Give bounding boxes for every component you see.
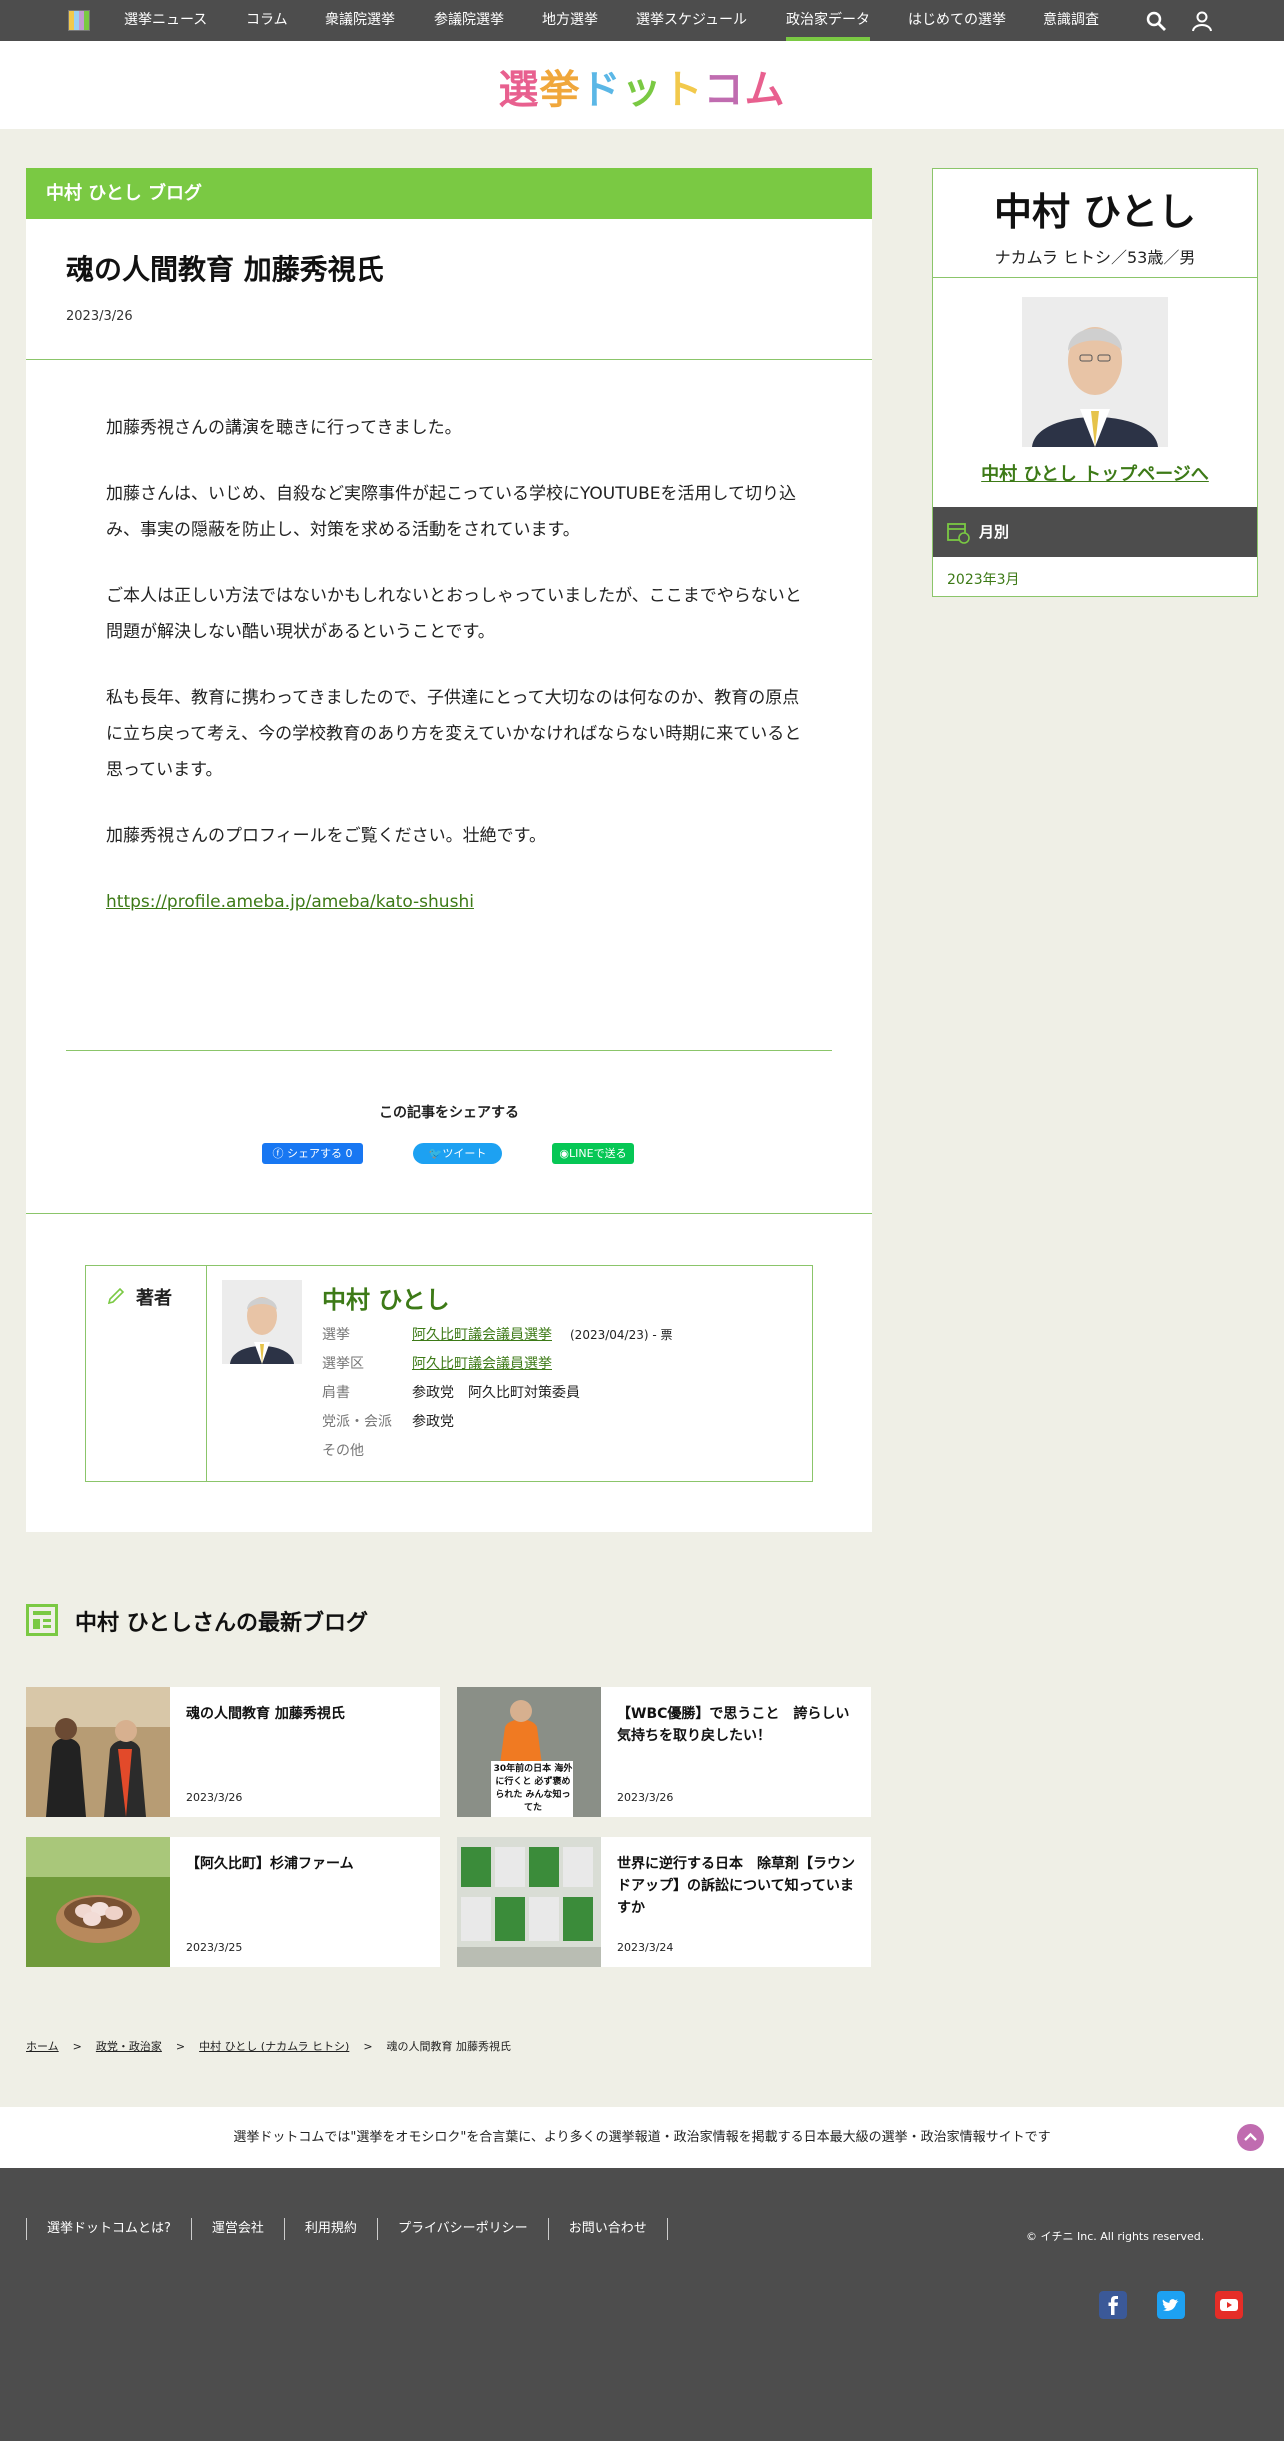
nav-item-sangiin[interactable]: 参議院選挙 bbox=[434, 0, 504, 41]
month-link[interactable]: 2023年3月 bbox=[947, 569, 1020, 589]
blog-thumbnail bbox=[26, 1687, 170, 1817]
post-date: 2023/3/26 bbox=[66, 309, 133, 324]
nav-item-schedule[interactable]: 選挙スケジュール bbox=[636, 0, 747, 41]
sidebar-name: 中村 ひとし bbox=[993, 190, 1197, 234]
footer-link-contact[interactable]: お問い合わせ bbox=[549, 2218, 668, 2240]
post-title: 魂の人間教育 加藤秀視氏 bbox=[66, 253, 384, 286]
blog-card[interactable]: 30年前の日本 海外に行くと 必ず褒められた みんな知ってた 【WBC優勝】で思… bbox=[457, 1687, 871, 1817]
post-paragraph: 加藤さんは、いじめ、自殺など実際事件が起こっている学校にYOUTUBEを活用して… bbox=[106, 484, 796, 540]
latest-blogs-title: 中村 ひとしさんの最新ブログ bbox=[75, 1611, 369, 1636]
blog-card-date: 2023/3/26 bbox=[617, 1791, 674, 1804]
blog-thumbnail: 30年前の日本 海外に行くと 必ず褒められた みんな知ってた bbox=[457, 1687, 601, 1817]
nav-item-politician-data[interactable]: 政治家データ bbox=[786, 0, 870, 41]
back-to-top-button[interactable] bbox=[1237, 2124, 1264, 2151]
logo-char: ド bbox=[580, 67, 622, 113]
breadcrumb: ホーム > 政党・政治家 > 中村 ひとし (ナカムラ ヒトシ) > 魂の人間教育 加藤秀視… bbox=[26, 2040, 512, 2053]
blog-card-title: 【WBC優勝】で思うこと 誇らしい気持ちを取り戻したい！ bbox=[617, 1706, 850, 1744]
blog-list-icon bbox=[26, 1604, 58, 1636]
logo-char: ム bbox=[744, 67, 786, 113]
nav-item-column[interactable]: コラム bbox=[246, 0, 288, 41]
post-paragraph: 加藤秀視さんの講演を聴きに行ってきました。 bbox=[106, 418, 462, 438]
sidebar-profile: 中村 ひとし ナカムラ ヒトシ／53歳／男 中村 ひとし トップページへ 月別 … bbox=[932, 168, 1258, 597]
footer-link-terms[interactable]: 利用規約 bbox=[285, 2218, 378, 2240]
twitter-share-button[interactable]: 🐦ツイート bbox=[413, 1143, 502, 1164]
twitter-icon[interactable] bbox=[1157, 2291, 1185, 2319]
home-icon[interactable] bbox=[68, 10, 90, 31]
facebook-share-button[interactable]: ⓕ シェアする 0 bbox=[262, 1143, 363, 1164]
nav-item-news[interactable]: 選挙ニュース bbox=[124, 0, 207, 41]
author-label: 著者 bbox=[136, 1288, 172, 1309]
share-title: この記事をシェアする bbox=[379, 1105, 519, 1121]
nav-item-shugiin[interactable]: 衆議院選挙 bbox=[325, 0, 395, 41]
blog-card[interactable]: 魂の人間教育 加藤秀視氏 2023/3/26 bbox=[26, 1687, 440, 1817]
logo-char: コ bbox=[703, 67, 745, 113]
divider bbox=[933, 277, 1257, 278]
post-link[interactable]: https://profile.ameba.jp/ameba/kato-shus… bbox=[106, 892, 474, 912]
twitter-icon: 🐦 bbox=[428, 1147, 443, 1160]
author-name: 中村 ひとし bbox=[322, 1286, 450, 1314]
divider bbox=[26, 1213, 872, 1214]
author-label-cell: 著者 bbox=[86, 1266, 207, 1481]
blog-card-date: 2023/3/24 bbox=[617, 1941, 674, 1954]
divider bbox=[26, 359, 872, 360]
monthly-header: 月別 bbox=[933, 507, 1257, 557]
pencil-icon bbox=[107, 1287, 125, 1305]
site-footer: 選挙ドットコムとは? 運営会社 利用規約 プライバシーポリシー お問い合わせ ©… bbox=[0, 2168, 1284, 2441]
blog-thumbnail bbox=[26, 1837, 170, 1967]
blog-card-title: 【阿久比町】杉浦ファーム bbox=[186, 1856, 354, 1872]
youtube-icon[interactable] bbox=[1215, 2291, 1243, 2319]
blog-card-date: 2023/3/26 bbox=[186, 1791, 243, 1804]
blog-card[interactable]: 世界に逆行する日本 除草剤【ラウンドアップ】の訴訟について知っていますか 202… bbox=[457, 1837, 871, 1967]
post-paragraph: 加藤秀視さんのプロフィールをご覧ください。壮絶です。 bbox=[106, 826, 546, 846]
blog-card[interactable]: 【阿久比町】杉浦ファーム 2023/3/25 bbox=[26, 1837, 440, 1967]
nav-item-survey[interactable]: 意識調査 bbox=[1043, 0, 1099, 41]
post-paragraph: 私も長年、教育に携わってきましたので、子供達にとって大切なのは何なのか、教育の原… bbox=[106, 688, 802, 780]
election-link[interactable]: 阿久比町議会議員選挙 bbox=[412, 1327, 552, 1343]
breadcrumb-parties[interactable]: 政党・政治家 bbox=[96, 2040, 162, 2053]
logo-char: 挙 bbox=[539, 67, 581, 113]
site-header: 選挙ドットコム bbox=[0, 41, 1284, 129]
site-logo[interactable]: 選挙ドットコム bbox=[499, 63, 785, 113]
district-link[interactable]: 阿久比町議会議員選挙 bbox=[412, 1356, 552, 1372]
post-paragraph: ご本人は正しい方法ではないかもしれないとおっしゃっていましたが、ここまでやらない… bbox=[106, 586, 802, 642]
site-tagline: 選挙ドットコムでは"選挙をオモシロク"を合言葉に、より多くの選挙報道・政治家情報… bbox=[0, 2107, 1284, 2168]
divider bbox=[66, 1050, 832, 1051]
logo-char: ト bbox=[662, 67, 704, 113]
footer-link-company[interactable]: 運営会社 bbox=[192, 2218, 285, 2240]
logo-char: ッ bbox=[621, 67, 663, 113]
sidebar-photo bbox=[1022, 297, 1168, 447]
nav-item-local[interactable]: 地方選挙 bbox=[542, 0, 598, 41]
chevron-up-icon bbox=[1244, 2132, 1257, 2141]
facebook-icon[interactable] bbox=[1099, 2291, 1127, 2319]
blog-thumbnail bbox=[457, 1837, 601, 1967]
footer-link-about[interactable]: 選挙ドットコムとは? bbox=[27, 2218, 192, 2240]
blog-article: 中村 ひとし ブログ 魂の人間教育 加藤秀視氏 2023/3/26 加藤秀視さん… bbox=[26, 168, 872, 1532]
facebook-icon: ⓕ bbox=[272, 1147, 287, 1160]
breadcrumb-current: 魂の人間教育 加藤秀視氏 bbox=[386, 2040, 512, 2053]
copyright: © イチニ Inc. All rights reserved. bbox=[1026, 2230, 1205, 2243]
logo-char: 選 bbox=[498, 67, 540, 113]
footer-link-privacy[interactable]: プライバシーポリシー bbox=[378, 2218, 549, 2240]
calendar-icon bbox=[947, 523, 970, 544]
blog-card-date: 2023/3/25 bbox=[186, 1941, 243, 1954]
author-photo bbox=[222, 1280, 302, 1364]
footer-links: 選挙ドットコムとは? 運営会社 利用規約 プライバシーポリシー お問い合わせ bbox=[26, 2218, 668, 2240]
post-body: 加藤秀視さんの講演を聴きに行ってきました。 加藤さんは、いじめ、自殺など実際事件… bbox=[106, 410, 806, 950]
blog-card-title: 魂の人間教育 加藤秀視氏 bbox=[186, 1706, 345, 1722]
breadcrumb-home[interactable]: ホーム bbox=[26, 2040, 59, 2053]
blog-card-title: 世界に逆行する日本 除草剤【ラウンドアップ】の訴訟について知っていますか bbox=[617, 1856, 855, 1916]
breadcrumb-politician[interactable]: 中村 ひとし (ナカムラ ヒトシ) bbox=[199, 2040, 349, 2053]
nav-item-first-election[interactable]: はじめての選挙 bbox=[908, 0, 1006, 41]
search-icon[interactable] bbox=[1144, 9, 1168, 33]
user-icon[interactable] bbox=[1190, 9, 1214, 33]
top-nav: 選挙ニュース コラム 衆議院選挙 参議院選挙 地方選挙 選挙スケジュール 政治家… bbox=[0, 0, 1284, 41]
line-share-button[interactable]: ◉LINEで送る bbox=[552, 1143, 634, 1164]
line-icon: ◉ bbox=[559, 1147, 570, 1160]
blog-header: 中村 ひとし ブログ bbox=[26, 168, 872, 219]
politician-top-link[interactable]: 中村 ひとし トップページへ bbox=[933, 460, 1257, 486]
thumbnail-caption: 30年前の日本 海外に行くと 必ず褒められた みんな知ってた bbox=[493, 1764, 573, 1813]
author-box: 著者 中村 ひとし 選挙 阿久比町議会議員選挙 (2023/04/23) - 票 … bbox=[85, 1265, 813, 1482]
sidebar-kana: ナカムラ ヒトシ／53歳／男 bbox=[994, 248, 1196, 267]
